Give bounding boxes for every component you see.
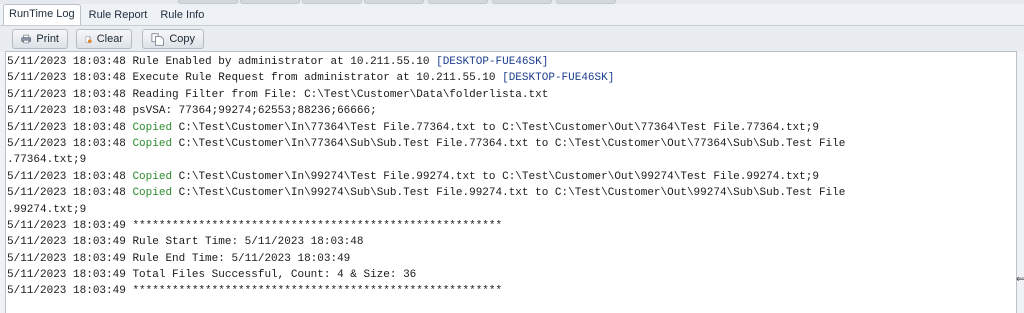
log-line: 5/11/2023 18:03:49 Total Files Successfu… (7, 269, 417, 282)
clipped-button-stub (492, 0, 552, 4)
clear-document-icon (85, 35, 92, 43)
clear-label: Clear (96, 33, 123, 45)
clipped-button-stub (364, 0, 424, 4)
top-strip (0, 0, 1024, 4)
tab-rule-info[interactable]: Rule Info (155, 6, 209, 25)
clipped-button-stub (302, 0, 362, 4)
host-name: [DESKTOP-FUE46SK] (436, 56, 549, 68)
log-line: 5/11/2023 18:03:48 Rule Enabled by admin… (7, 56, 549, 68)
clipped-button-stub (240, 0, 300, 4)
printer-icon (21, 34, 32, 44)
resize-handle-icon[interactable]: ⟺ (1016, 274, 1024, 286)
copy-label: Copy (169, 33, 195, 45)
tab-bar: RunTime Log Rule Report Rule Info (0, 4, 1024, 25)
copied-status: Copied (132, 121, 173, 134)
log-line: 5/11/2023 18:03:49 *********************… (7, 219, 503, 232)
clipped-button-stub (556, 0, 616, 4)
log-line: 5/11/2023 18:03:49 Rule End Time: 5/11/2… (7, 252, 351, 265)
log-line-continuation: .77364.txt;9 (7, 154, 87, 167)
copied-status: Copied (132, 170, 173, 183)
log-line: 5/11/2023 18:03:48 psVSA: 77364;99274;62… (7, 105, 377, 118)
clipped-button-stub (178, 0, 238, 4)
host-name: [DESKTOP-FUE46SK] (502, 72, 615, 85)
print-label: Print (36, 33, 59, 45)
log-line: 5/11/2023 18:03:48 Copied C:\Test\Custom… (7, 121, 819, 134)
copy-button[interactable]: Copy (142, 29, 204, 49)
copied-status: Copied (132, 137, 173, 150)
tab-runtime-log[interactable]: RunTime Log (3, 4, 81, 25)
log-line: 5/11/2023 18:03:48 Copied C:\Test\Custom… (7, 137, 846, 150)
log-line: 5/11/2023 18:03:48 Copied C:\Test\Custom… (7, 170, 819, 183)
log-toolbar: Print Clear Copy (0, 25, 1024, 52)
copied-status: Copied (132, 187, 173, 200)
log-line: 5/11/2023 18:03:49 *********************… (7, 285, 503, 298)
log-line: 5/11/2023 18:03:48 Reading Filter from F… (7, 88, 549, 101)
copy-icon (151, 32, 164, 46)
log-line: 5/11/2023 18:03:48 Execute Rule Request … (7, 72, 615, 85)
log-line: 5/11/2023 18:03:48 Copied C:\Test\Custom… (7, 187, 846, 200)
log-line: 5/11/2023 18:03:49 Rule Start Time: 5/11… (7, 236, 364, 249)
tab-rule-report[interactable]: Rule Report (84, 6, 153, 25)
clipped-button-stub (428, 0, 488, 4)
log-line-continuation: .99274.txt;9 (7, 203, 87, 216)
clear-button[interactable]: Clear (76, 29, 132, 49)
print-button[interactable]: Print (12, 29, 68, 49)
runtime-log-output[interactable]: 5/11/2023 18:03:48 Rule Enabled by admin… (5, 51, 1017, 313)
